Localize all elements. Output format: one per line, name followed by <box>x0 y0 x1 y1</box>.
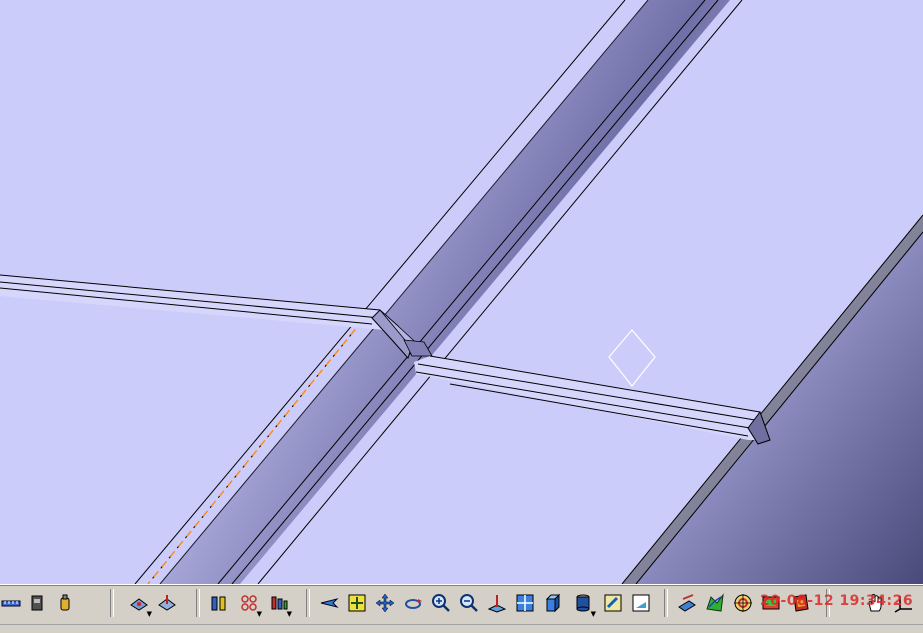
sketch-icon[interactable] <box>676 592 698 614</box>
rotate-icon[interactable] <box>402 592 424 614</box>
render-icon[interactable] <box>760 592 782 614</box>
fly-icon[interactable] <box>318 592 340 614</box>
zoom-out-icon[interactable] <box>458 592 480 614</box>
timestamp-overlay: 20-08-12 19:34:26 <box>760 593 914 609</box>
swap-visible-icon[interactable] <box>630 592 652 614</box>
constraint-icon[interactable]: ▼ <box>268 592 292 618</box>
zoom-in-icon[interactable] <box>430 592 452 614</box>
grid-icon[interactable]: ▼ <box>238 592 262 618</box>
target-icon[interactable] <box>732 592 754 614</box>
macro-icon[interactable] <box>54 592 76 614</box>
parts-icon[interactable] <box>208 592 230 614</box>
3d-viewport[interactable] <box>0 0 923 584</box>
fit-all-icon[interactable] <box>346 592 368 614</box>
iso-view-icon[interactable] <box>542 592 564 614</box>
model-canvas[interactable] <box>0 0 923 584</box>
multi-view-icon[interactable] <box>514 592 536 614</box>
measure-icon[interactable] <box>0 592 22 614</box>
pan-icon[interactable] <box>374 592 396 614</box>
material-library-icon[interactable] <box>790 592 812 614</box>
apply-material-icon[interactable] <box>26 592 48 614</box>
hand-icon[interactable] <box>864 592 886 614</box>
analysis-icon[interactable] <box>704 592 726 614</box>
hide-show-icon[interactable] <box>602 592 624 614</box>
compass-icon[interactable] <box>156 592 178 614</box>
axis-icon[interactable] <box>893 592 915 614</box>
bottom-toolbar: ▼ ▼ ▼ ▼ 20-08-12 19:34:26 <box>0 584 923 625</box>
normal-view-icon[interactable] <box>486 592 508 614</box>
shading-icon[interactable]: ▼ <box>572 592 596 618</box>
snap-icon[interactable]: ▼ <box>128 592 152 618</box>
